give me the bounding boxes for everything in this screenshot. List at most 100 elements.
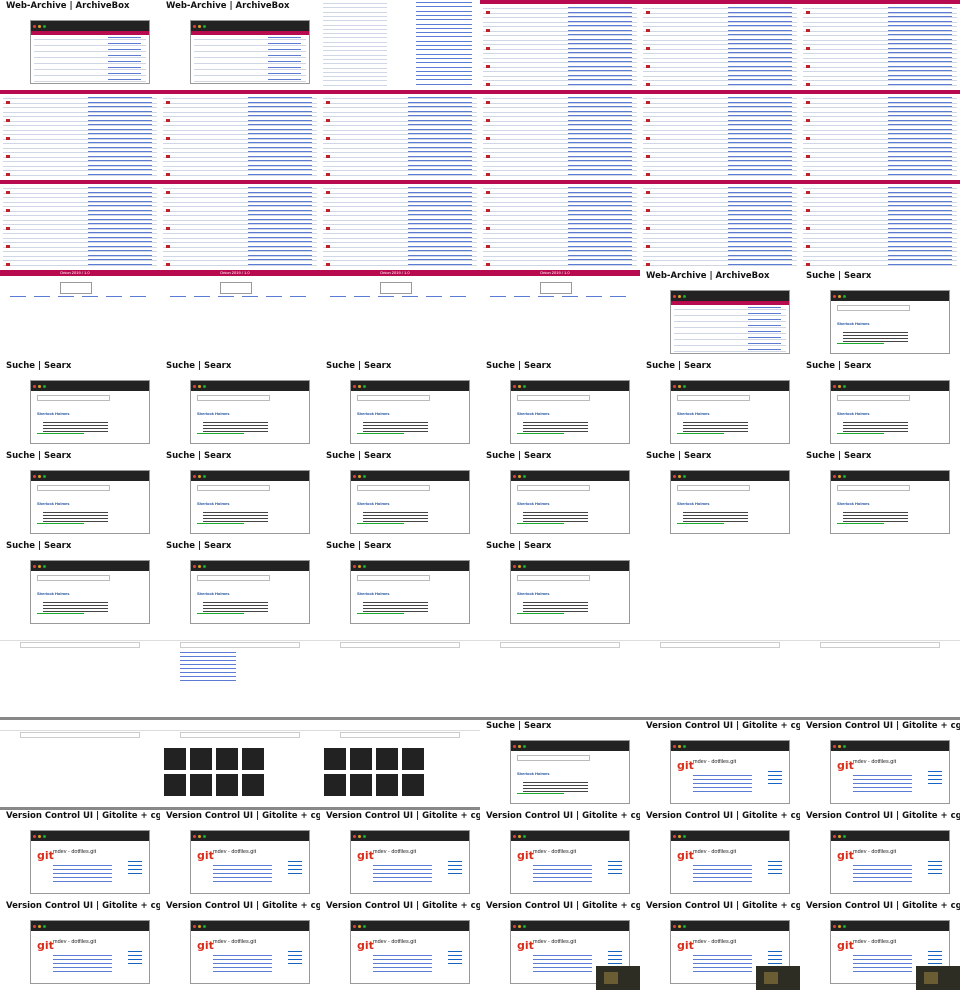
window-control[interactable] [683,924,686,928]
window-control[interactable] [38,564,41,568]
row-link[interactable] [408,250,472,251]
row-link[interactable] [568,56,632,58]
row-link[interactable] [267,79,301,80]
row-link[interactable] [88,218,152,220]
row-link[interactable] [728,142,792,143]
log-line[interactable] [853,971,912,972]
row-link[interactable] [408,196,472,197]
side-link[interactable] [927,779,942,780]
row-link[interactable] [248,200,312,202]
row-link[interactable] [248,128,312,130]
row-link[interactable] [88,155,152,157]
row-link[interactable] [248,209,312,211]
window-control[interactable] [33,924,36,928]
list-link[interactable] [416,40,472,42]
row-link[interactable] [568,209,632,211]
row-link[interactable] [728,43,792,44]
row-link[interactable] [568,43,632,44]
row-link[interactable] [888,43,952,44]
window-control[interactable] [843,924,846,928]
window-control[interactable] [678,384,681,388]
row-link[interactable] [728,74,792,76]
row-link[interactable] [728,187,792,188]
side-link[interactable] [287,873,302,874]
row-link[interactable] [408,209,472,211]
search-input[interactable] [517,395,590,401]
row-link[interactable] [888,250,952,251]
side-link[interactable] [767,779,782,780]
row-link[interactable] [728,209,792,211]
row-link[interactable] [888,155,952,157]
row-link[interactable] [888,254,952,256]
row-link[interactable] [888,196,952,197]
row-link[interactable] [568,97,632,98]
log-line[interactable] [533,869,592,870]
log-line[interactable] [853,775,912,776]
window-control[interactable] [193,834,196,838]
tor-link[interactable] [514,296,530,297]
side-link[interactable] [767,951,782,952]
window-control[interactable] [363,564,366,568]
window-control[interactable] [838,384,841,388]
search-input[interactable] [357,395,430,401]
row-link[interactable] [408,191,472,193]
list-link[interactable] [416,32,472,34]
row-link[interactable] [888,137,952,139]
row-link[interactable] [728,196,792,197]
window-control[interactable] [518,924,521,928]
side-link[interactable] [927,783,942,784]
row-link[interactable] [728,101,792,103]
tor-link[interactable] [34,296,50,297]
row-link[interactable] [248,196,312,197]
window-control[interactable] [203,834,206,838]
row-link[interactable] [88,196,152,197]
log-line[interactable] [533,963,592,964]
result-link[interactable] [180,664,236,665]
row-link[interactable] [248,97,312,98]
side-link[interactable] [127,955,142,956]
window-control[interactable] [838,474,841,478]
row-link[interactable] [888,160,952,161]
row-link[interactable] [728,25,792,26]
row-link[interactable] [568,137,632,139]
row-link[interactable] [408,218,472,220]
list-link[interactable] [416,79,472,81]
row-link[interactable] [568,142,632,143]
row-link[interactable] [747,319,781,320]
image-thumb[interactable] [164,774,186,796]
row-link[interactable] [568,61,632,62]
row-link[interactable] [747,307,781,308]
row-link[interactable] [88,191,152,193]
window-control[interactable] [363,384,366,388]
row-link[interactable] [408,223,472,224]
window-control[interactable] [678,924,681,928]
row-link[interactable] [747,325,781,326]
side-link[interactable] [767,963,782,964]
result-url[interactable] [37,613,85,614]
image-thumb[interactable] [242,774,264,796]
row-link[interactable] [267,73,301,74]
side-link[interactable] [607,869,622,870]
row-link[interactable] [568,196,632,197]
row-link[interactable] [88,97,152,98]
result-link[interactable] [180,668,236,669]
log-line[interactable] [693,779,752,780]
row-link[interactable] [408,173,472,175]
search-input[interactable] [357,575,430,581]
row-link[interactable] [88,164,152,166]
row-link[interactable] [888,38,952,40]
list-link[interactable] [416,49,472,51]
row-link[interactable] [888,119,952,121]
side-link[interactable] [287,963,302,964]
window-control[interactable] [673,834,676,838]
log-line[interactable] [533,967,592,968]
row-link[interactable] [728,83,792,85]
row-link[interactable] [107,37,141,38]
row-link[interactable] [888,110,952,112]
row-link[interactable] [568,164,632,166]
window-control[interactable] [838,924,841,928]
row-link[interactable] [568,218,632,220]
image-thumb[interactable] [402,748,424,770]
row-link[interactable] [747,337,781,338]
row-link[interactable] [568,65,632,67]
